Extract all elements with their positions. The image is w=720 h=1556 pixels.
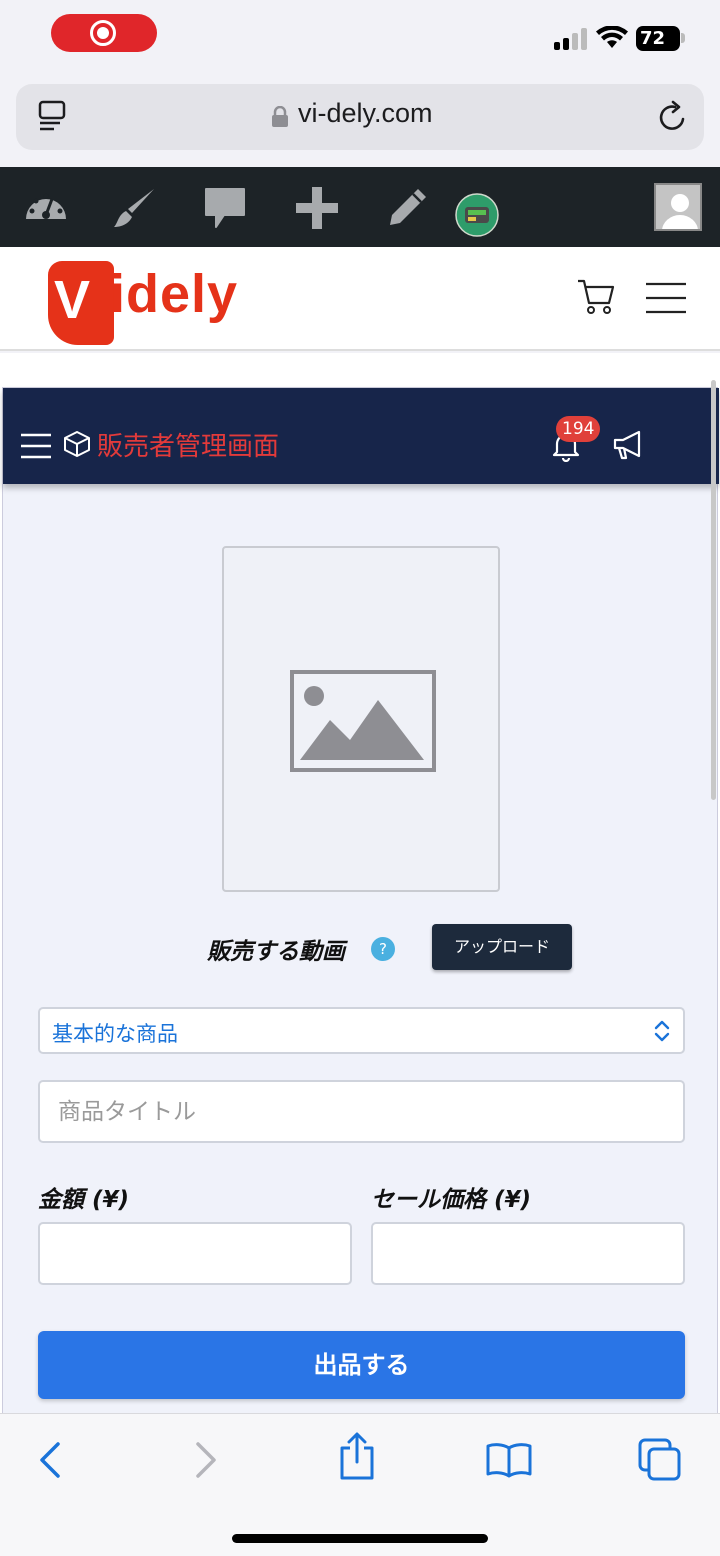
cart-icon[interactable] bbox=[576, 277, 616, 317]
status-bar: 72 bbox=[0, 0, 720, 70]
video-for-sale-label: 販売する動画 bbox=[207, 939, 345, 965]
product-type-select[interactable]: 基本的な商品 bbox=[38, 1007, 685, 1054]
help-question-icon[interactable]: ? bbox=[371, 937, 395, 961]
site-header: V idely bbox=[0, 247, 720, 351]
panel-title[interactable]: 販売者管理画面 bbox=[97, 426, 279, 463]
forward-arrow-icon[interactable] bbox=[192, 1440, 220, 1480]
comments-icon[interactable] bbox=[202, 185, 248, 231]
select-chevron-updown-icon bbox=[654, 1020, 670, 1042]
page-scrollbar[interactable] bbox=[711, 380, 716, 800]
seller-panel: 販売者管理画面 194 販売する動画 ? アップロード 基本的な商品 金額 (¥… bbox=[2, 387, 719, 1417]
video-thumbnail-placeholder[interactable] bbox=[222, 546, 500, 892]
bookmarks-book-icon[interactable] bbox=[486, 1442, 532, 1478]
hamburger-menu-icon[interactable] bbox=[644, 281, 688, 315]
url-text[interactable]: vi-dely.com bbox=[298, 98, 433, 129]
reader-menu-icon[interactable] bbox=[38, 100, 68, 132]
record-dot-icon bbox=[97, 27, 109, 39]
new-plus-icon[interactable] bbox=[294, 185, 340, 231]
battery-cap bbox=[681, 33, 685, 43]
wifi-icon bbox=[596, 26, 628, 48]
price-label: 金額 (¥) bbox=[38, 1187, 130, 1213]
logo-play-badge: V bbox=[48, 261, 114, 345]
product-type-selected: 基本的な商品 bbox=[52, 1022, 178, 1046]
browser-toolbar bbox=[0, 1413, 720, 1556]
reload-icon[interactable] bbox=[656, 100, 690, 134]
battery-indicator: 72 bbox=[636, 26, 680, 51]
wp-admin-bar bbox=[0, 167, 720, 247]
dashboard-icon[interactable] bbox=[22, 185, 70, 229]
lock-icon bbox=[272, 106, 288, 127]
sale-price-input[interactable] bbox=[371, 1222, 685, 1285]
screen-recording-indicator[interactable] bbox=[51, 14, 157, 52]
address-bar[interactable]: vi-dely.com bbox=[16, 84, 704, 150]
box-icon bbox=[64, 431, 90, 457]
price-input[interactable] bbox=[38, 1222, 352, 1285]
panel-menu-icon[interactable] bbox=[20, 432, 52, 460]
tabs-overview-icon[interactable] bbox=[638, 1438, 682, 1482]
image-placeholder-icon bbox=[290, 670, 436, 772]
sale-price-label: セール価格 (¥) bbox=[371, 1187, 532, 1213]
videly-logo[interactable]: V idely bbox=[48, 255, 248, 345]
megaphone-icon[interactable] bbox=[611, 430, 645, 460]
seller-panel-nav: 販売者管理画面 194 bbox=[3, 388, 719, 484]
logo-letter: V bbox=[54, 270, 91, 330]
plugin-badge-icon[interactable] bbox=[455, 193, 499, 237]
back-arrow-icon[interactable] bbox=[36, 1440, 64, 1480]
product-title-input[interactable] bbox=[38, 1080, 685, 1143]
customize-brush-icon[interactable] bbox=[112, 185, 158, 231]
notification-count-badge[interactable]: 194 bbox=[556, 416, 601, 442]
cellular-signal-icon bbox=[554, 28, 588, 50]
logo-text: idely bbox=[110, 264, 239, 324]
edit-pencil-icon[interactable] bbox=[386, 185, 430, 229]
list-product-button[interactable]: 出品する bbox=[38, 1331, 685, 1399]
user-avatar-icon[interactable] bbox=[654, 183, 702, 231]
upload-button[interactable]: アップロード bbox=[432, 924, 572, 970]
home-indicator bbox=[232, 1534, 488, 1543]
share-icon[interactable] bbox=[338, 1432, 376, 1480]
